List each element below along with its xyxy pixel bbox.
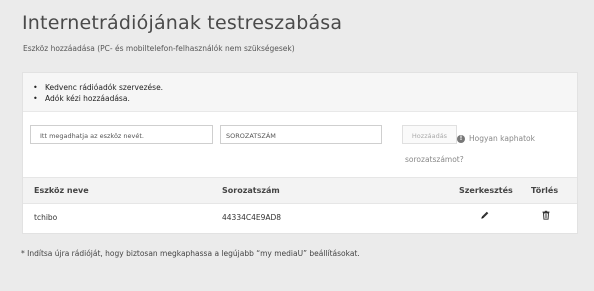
page-title: Internetrádiójának testreszabása bbox=[22, 12, 343, 34]
restart-note: * Indítsa újra rádióját, hogy biztosan m… bbox=[21, 249, 360, 258]
instruction-text: Kedvenc rádióadók szervezése. bbox=[45, 83, 164, 92]
device-table-header: Eszköz neve Sorozatszám Szerkesztés Törl… bbox=[23, 177, 577, 204]
header-delete: Törlés bbox=[531, 186, 559, 195]
serial-help-link[interactable]: ! Hogyan kaphatok sorozatszámot? bbox=[405, 128, 575, 170]
device-name-input[interactable]: Itt megadhatja az eszköz nevét. bbox=[30, 125, 213, 144]
instructions-list: • Kedvenc rádióadók szervezése. • Adók kéz… bbox=[33, 82, 163, 104]
instruction-text: Adók kézi hozzáadása. bbox=[45, 94, 130, 103]
header-device-name: Eszköz neve bbox=[34, 186, 89, 195]
header-edit: Szerkesztés bbox=[459, 186, 513, 195]
header-serial: Sorozatszám bbox=[222, 186, 280, 195]
info-circle-icon: ! bbox=[457, 135, 465, 143]
trash-icon[interactable] bbox=[541, 210, 551, 220]
instruction-item: • Adók kézi hozzáadása. bbox=[33, 94, 130, 103]
help-text-line1: Hogyan kaphatok bbox=[469, 134, 535, 143]
table-row: tchibo 44334C4E9AD8 bbox=[23, 203, 577, 231]
row-device-name: tchibo bbox=[34, 213, 58, 222]
help-text-line2: sorozatszámot? bbox=[405, 155, 464, 164]
page-subtitle: Eszköz hozzáadása (PC- és mobiltelefon-f… bbox=[23, 44, 295, 53]
serial-number-input[interactable]: SOROZATSZÁM bbox=[220, 125, 382, 144]
instructions-box: • Kedvenc rádióadók szervezése. • Adók kéz… bbox=[23, 73, 577, 112]
pencil-icon[interactable] bbox=[480, 210, 490, 220]
device-panel: • Kedvenc rádióadók szervezése. • Adók kéz… bbox=[22, 72, 578, 234]
instruction-item: • Kedvenc rádióadók szervezése. bbox=[33, 83, 164, 92]
row-serial: 44334C4E9AD8 bbox=[222, 213, 282, 222]
